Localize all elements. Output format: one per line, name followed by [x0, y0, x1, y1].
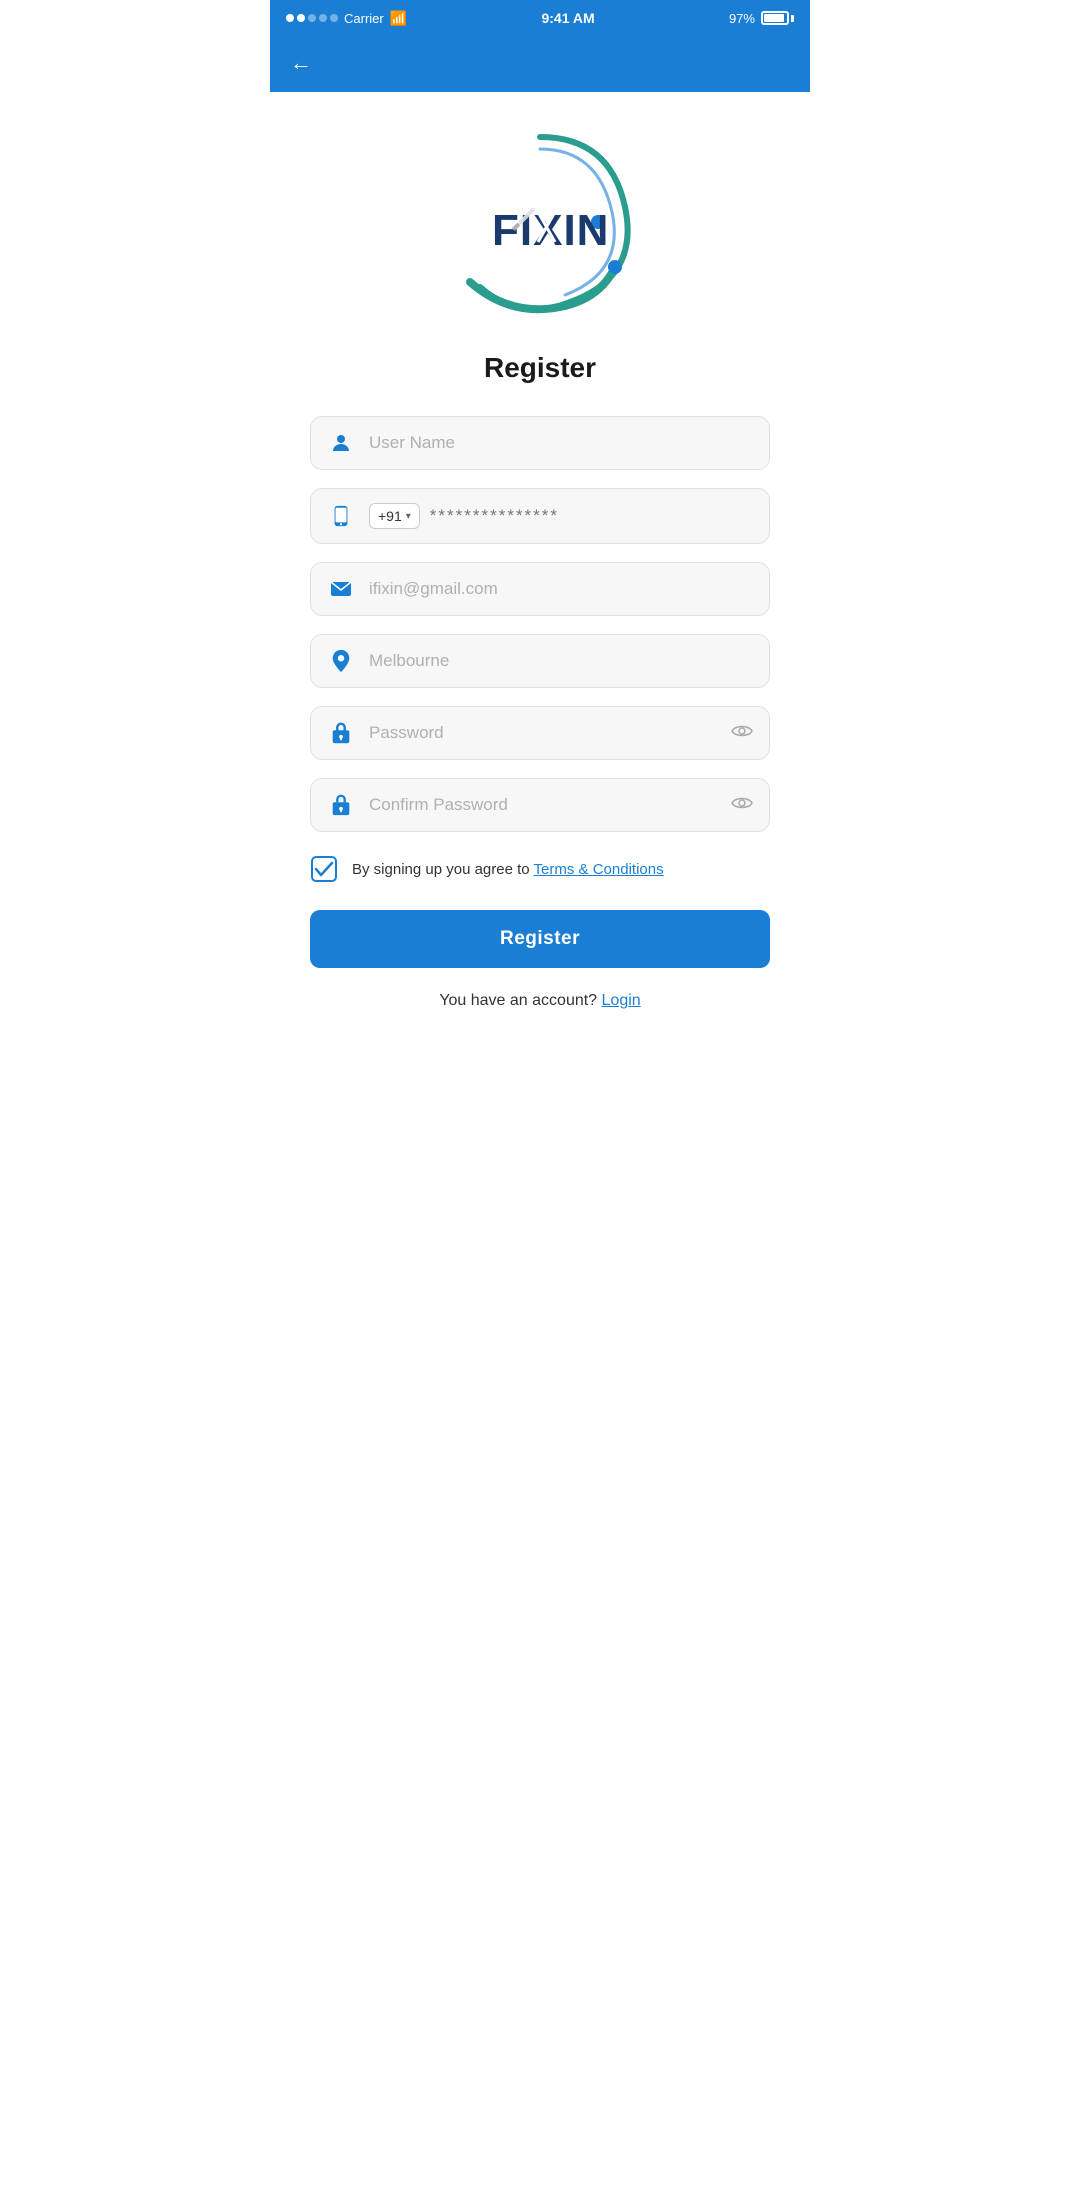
signal-dot-2: [297, 14, 305, 22]
lock-icon: [327, 721, 355, 745]
confirm-password-eye-icon[interactable]: [731, 794, 753, 817]
carrier-label: Carrier: [344, 11, 384, 26]
country-code-value: +91: [378, 508, 402, 524]
wifi-icon: 📶: [390, 10, 407, 27]
page-title: Register: [484, 352, 596, 384]
fixin-logo: FIXIN: [440, 127, 640, 327]
email-icon: [327, 577, 355, 601]
status-right: 97%: [729, 11, 794, 26]
signal-dot-5: [330, 14, 338, 22]
password-input-row: [310, 706, 770, 760]
terms-conditions-link[interactable]: Terms & Conditions: [534, 861, 664, 878]
password-input[interactable]: [369, 723, 717, 743]
email-input-row: [310, 562, 770, 616]
phone-row: +91 ▾: [369, 503, 753, 529]
status-left: Carrier 📶: [286, 10, 407, 27]
confirm-password-input[interactable]: [369, 795, 717, 815]
have-account-text: You have an account?: [439, 992, 601, 1009]
password-eye-icon[interactable]: [731, 722, 753, 745]
terms-text: By signing up you agree to Terms & Condi…: [352, 861, 664, 878]
signal-dot-4: [319, 14, 327, 22]
location-icon: [327, 649, 355, 673]
phone-icon: [327, 505, 355, 527]
signal-dot-3: [308, 14, 316, 22]
username-input-row: [310, 416, 770, 470]
back-button[interactable]: ←: [290, 50, 312, 76]
location-input-row: [310, 634, 770, 688]
username-input[interactable]: [369, 433, 753, 453]
location-input[interactable]: [369, 651, 753, 671]
signal-dot-1: [286, 14, 294, 22]
confirm-lock-icon: [327, 793, 355, 817]
logo-container: FIXIN: [430, 122, 650, 332]
main-content: FIXIN Register: [270, 92, 810, 1050]
form-container: +91 ▾: [310, 416, 770, 968]
svg-text:FIXIN: FIXIN: [492, 206, 609, 255]
country-code-selector[interactable]: +91 ▾: [369, 503, 420, 529]
phone-input-row: +91 ▾: [310, 488, 770, 544]
status-time: 9:41 AM: [541, 10, 594, 26]
email-input[interactable]: [369, 579, 753, 599]
status-bar: Carrier 📶 9:41 AM 97%: [270, 0, 810, 36]
battery-percent: 97%: [729, 11, 755, 26]
terms-prefix: By signing up you agree to: [352, 861, 534, 878]
phone-input[interactable]: [430, 506, 753, 526]
terms-row: By signing up you agree to Terms & Condi…: [310, 850, 770, 888]
terms-checkbox[interactable]: [310, 856, 338, 882]
chevron-down-icon: ▾: [406, 511, 411, 522]
login-link[interactable]: Login: [602, 992, 641, 1009]
footer-text: You have an account? Login: [439, 992, 640, 1010]
confirm-password-input-row: [310, 778, 770, 832]
battery-icon: [761, 11, 794, 25]
nav-bar: ←: [270, 36, 810, 92]
user-icon: [327, 431, 355, 455]
signal-dots: [286, 14, 338, 22]
register-button[interactable]: Register: [310, 910, 770, 968]
